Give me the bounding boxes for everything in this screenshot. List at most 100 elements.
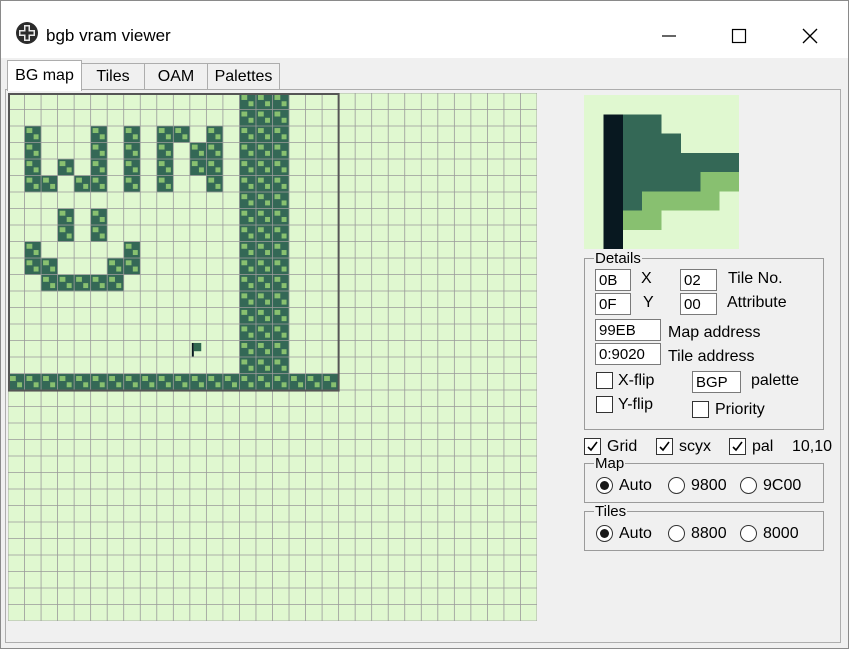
wall-tile-texture — [274, 359, 281, 365]
pal-checkbox[interactable] — [729, 438, 746, 455]
wall-tile-texture — [99, 150, 105, 156]
wall-tile-texture — [257, 309, 264, 315]
wall-tile-texture — [298, 382, 304, 388]
wall-tile-texture — [274, 227, 281, 233]
tab-tiles[interactable]: Tiles — [81, 63, 145, 89]
wall-tile-texture — [265, 183, 271, 189]
wall-tile-texture — [99, 233, 105, 239]
wall-tile-texture — [59, 210, 66, 216]
priority-checkbox[interactable] — [692, 401, 709, 418]
wall-tile-texture — [265, 167, 271, 173]
map-group-title: Map — [594, 455, 626, 472]
wall-tile-texture — [281, 250, 287, 256]
maximize-button[interactable] — [716, 16, 762, 56]
tiles-8800-radio[interactable] — [668, 525, 685, 542]
wall-tile-texture — [165, 134, 171, 140]
wall-tile-texture — [265, 250, 271, 256]
wall-tile-texture — [99, 167, 105, 173]
tab-oam[interactable]: OAM — [144, 63, 208, 89]
details-title: Details — [594, 250, 642, 267]
wall-tile-texture — [248, 167, 254, 173]
wall-tile-texture — [241, 326, 248, 332]
wall-tile-texture — [99, 183, 105, 189]
wall-tile-texture — [248, 332, 254, 338]
wall-tile-texture — [248, 365, 254, 371]
wall-tile-texture — [132, 150, 138, 156]
wall-tile-texture — [92, 210, 99, 216]
wall-tile-texture — [265, 101, 271, 107]
wall-tile-texture — [257, 111, 264, 117]
close-button[interactable] — [787, 16, 833, 56]
tile-no-label: Tile No. — [728, 270, 783, 287]
scyx-checkbox[interactable] — [656, 438, 673, 455]
scyx-label: scyx — [679, 438, 711, 455]
wall-tile-texture — [274, 144, 281, 150]
map-auto-radio[interactable] — [596, 477, 613, 494]
wall-tile-texture — [241, 161, 248, 167]
wall-tile-texture — [265, 150, 271, 156]
wall-tile-texture — [274, 95, 281, 100]
wall-tile-texture — [281, 150, 287, 156]
wall-tile-texture — [132, 382, 138, 388]
wall-tile-texture — [281, 117, 287, 123]
map-9c00-radio[interactable] — [740, 477, 757, 494]
tiles-auto-radio[interactable] — [596, 525, 613, 542]
wall-tile-texture — [132, 250, 138, 256]
attribute-label: Attribute — [727, 294, 787, 311]
bg-map-view[interactable] — [8, 93, 537, 621]
wall-tile-texture — [66, 233, 72, 239]
wall-tile-texture — [99, 382, 105, 388]
wall-tile-texture — [92, 144, 99, 150]
wall-tile-texture — [241, 177, 248, 183]
wall-tile-texture — [59, 161, 66, 167]
map-address-field: 99EB — [595, 319, 661, 341]
wall-tile-texture — [281, 365, 287, 371]
xflip-checkbox[interactable] — [596, 372, 613, 389]
wall-tile-texture — [50, 382, 56, 388]
wall-tile-texture — [248, 316, 254, 322]
wall-tile-texture — [257, 276, 264, 282]
grid-checkbox[interactable] — [584, 438, 601, 455]
y-label: Y — [643, 294, 654, 311]
maximize-icon — [731, 28, 747, 44]
wall-tile-texture — [109, 260, 115, 266]
title-bar: bgb vram viewer — [1, 1, 848, 58]
wall-tile-texture — [99, 134, 105, 140]
wall-tile-texture — [215, 150, 221, 156]
wall-tile-texture — [165, 167, 171, 173]
tiles-8000-radio[interactable] — [740, 525, 757, 542]
wall-tile-texture — [281, 332, 287, 338]
checkmark-icon — [659, 441, 670, 452]
wall-tile-texture — [265, 216, 271, 222]
wall-tile-texture — [182, 134, 188, 140]
tiles-8800-label: 8800 — [691, 525, 727, 542]
wall-tile-texture — [76, 177, 82, 183]
wall-tile-texture — [241, 293, 248, 299]
wall-tile-texture — [26, 128, 33, 134]
wall-tile-texture — [248, 117, 254, 123]
wall-tile-texture — [215, 382, 221, 388]
yflip-label: Y-flip — [618, 396, 653, 413]
wall-tile-texture — [208, 177, 215, 183]
wall-tile-texture — [281, 216, 287, 222]
wall-tile-texture — [324, 376, 330, 381]
wall-tile-texture — [257, 177, 264, 183]
wall-tile-texture — [215, 167, 221, 173]
tab-palettes[interactable]: Palettes — [207, 63, 280, 89]
wall-tile-texture — [248, 283, 254, 289]
wall-tile-texture — [274, 243, 281, 249]
bgb-app-icon — [15, 21, 39, 45]
wall-tile-texture — [241, 309, 248, 315]
map-9c00-label: 9C00 — [763, 477, 802, 494]
wall-tile-texture — [257, 128, 264, 134]
wall-tile-texture — [198, 167, 204, 173]
minimize-button[interactable] — [646, 16, 692, 56]
map-9800-radio[interactable] — [668, 477, 685, 494]
yflip-checkbox[interactable] — [596, 396, 613, 413]
tab-bg-map[interactable]: BG map — [7, 60, 82, 91]
x-value-field: 0B — [595, 269, 631, 291]
wall-tile-texture — [231, 382, 237, 388]
tile-address-label: Tile address — [668, 348, 755, 365]
wall-tile-texture — [241, 227, 248, 233]
wall-tile-texture — [59, 227, 66, 233]
